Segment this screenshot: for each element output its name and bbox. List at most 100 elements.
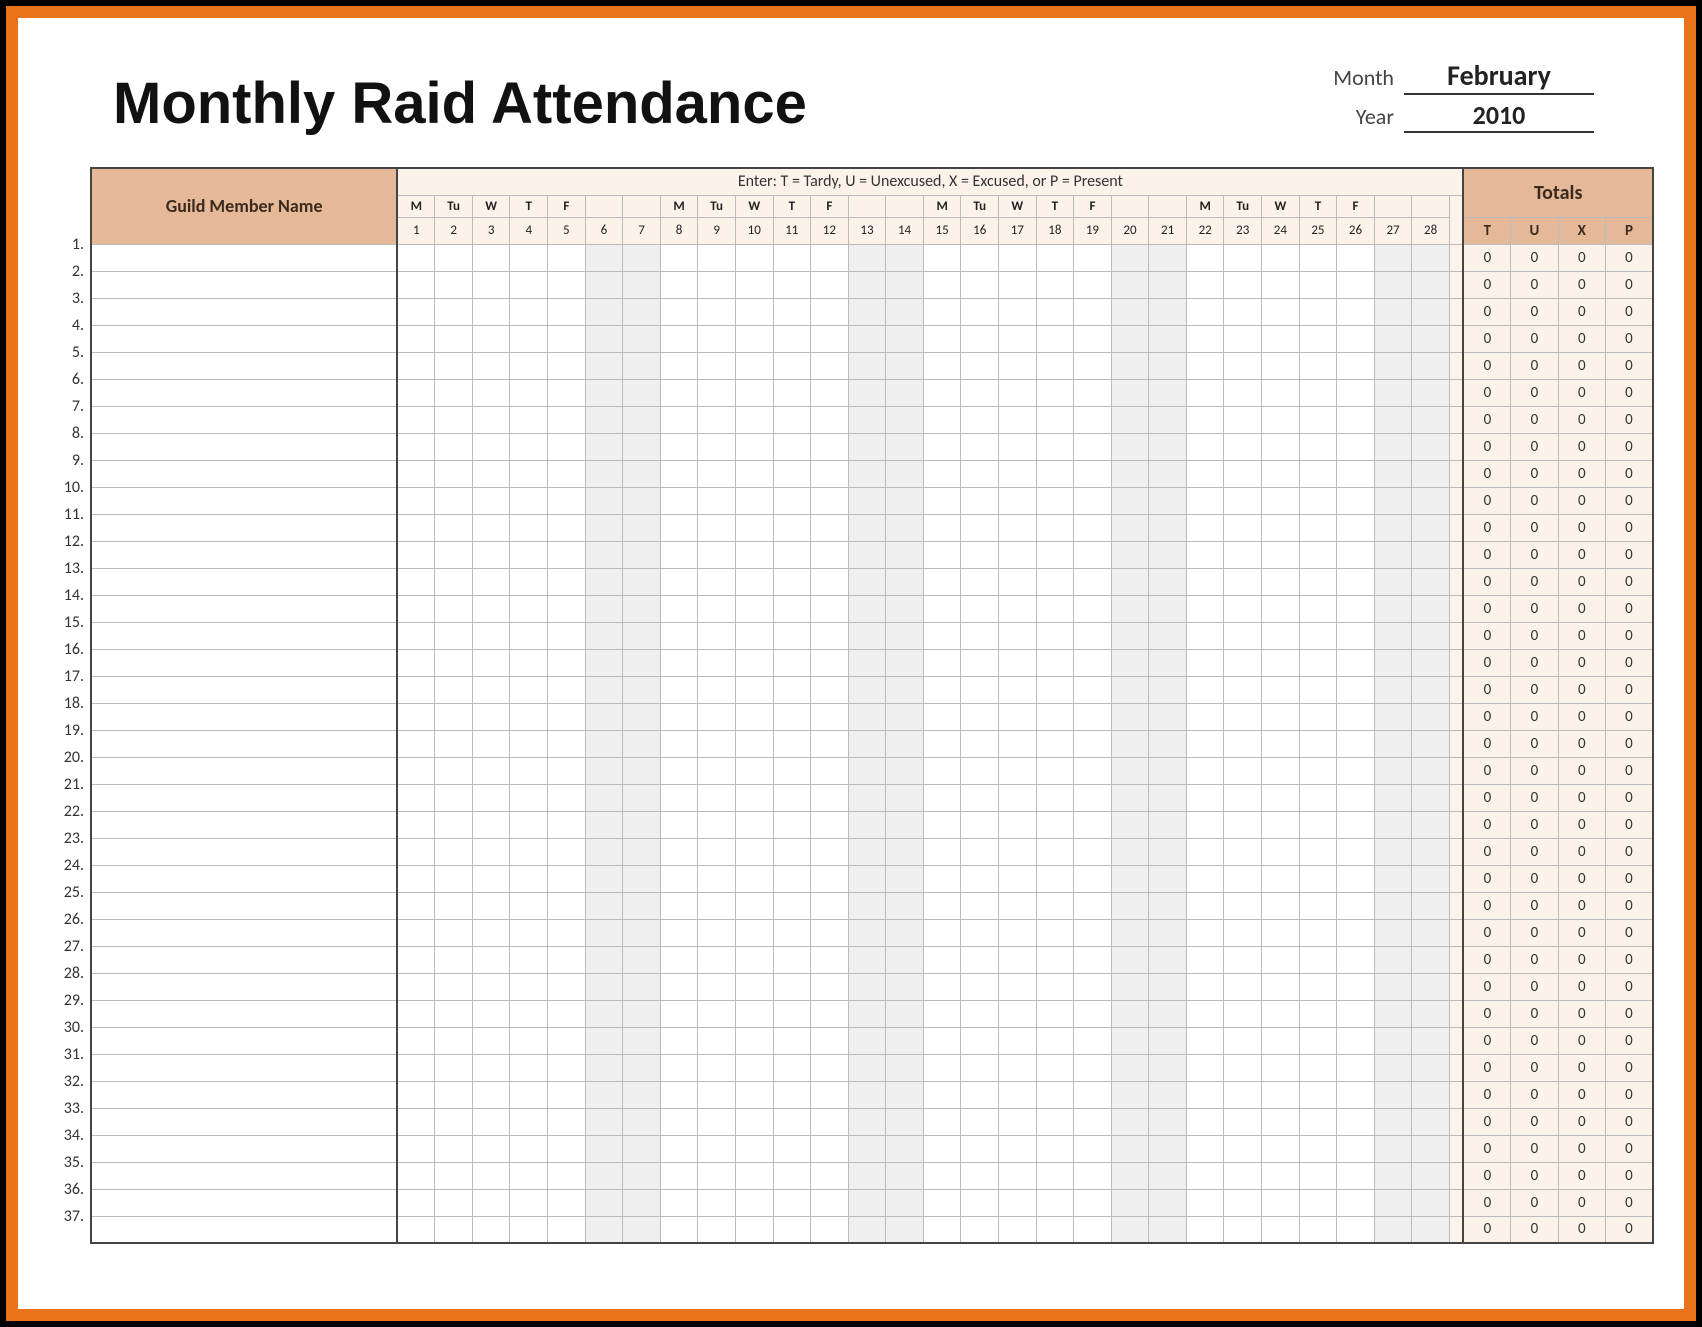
day-cell[interactable] [1186,1108,1224,1135]
day-cell[interactable] [435,1135,473,1162]
day-cell[interactable] [548,784,586,811]
day-cell[interactable] [999,1081,1037,1108]
day-cell[interactable] [1149,676,1187,703]
day-cell[interactable] [848,487,886,514]
day-cell[interactable] [1149,1054,1187,1081]
day-cell[interactable] [548,1162,586,1189]
day-cell[interactable] [1337,622,1375,649]
day-cell[interactable] [1074,433,1112,460]
member-name-cell[interactable] [91,325,397,352]
day-cell[interactable] [1036,676,1074,703]
day-cell[interactable] [1412,1135,1450,1162]
day-cell[interactable] [886,379,924,406]
day-cell[interactable] [999,1162,1037,1189]
day-cell[interactable] [735,541,773,568]
day-cell[interactable] [1186,865,1224,892]
day-cell[interactable] [923,244,961,271]
day-cell[interactable] [961,649,999,676]
day-cell[interactable] [660,325,698,352]
day-cell[interactable] [999,784,1037,811]
day-cell[interactable] [923,379,961,406]
day-cell[interactable] [510,1189,548,1216]
day-cell[interactable] [585,433,623,460]
day-cell[interactable] [510,1162,548,1189]
day-cell[interactable] [1337,271,1375,298]
day-cell[interactable] [1186,541,1224,568]
member-name-cell[interactable] [91,1189,397,1216]
day-cell[interactable] [923,1135,961,1162]
day-cell[interactable] [735,919,773,946]
day-cell[interactable] [848,1081,886,1108]
day-cell[interactable] [548,460,586,487]
day-cell[interactable] [923,1108,961,1135]
day-cell[interactable] [1149,379,1187,406]
day-cell[interactable] [1074,406,1112,433]
day-cell[interactable] [698,649,736,676]
day-cell[interactable] [472,865,510,892]
day-cell[interactable] [510,406,548,433]
day-cell[interactable] [1111,919,1149,946]
day-cell[interactable] [1374,1216,1412,1243]
day-cell[interactable] [472,1027,510,1054]
day-cell[interactable] [1036,244,1074,271]
day-cell[interactable] [735,676,773,703]
day-cell[interactable] [923,784,961,811]
day-cell[interactable] [397,271,435,298]
day-cell[interactable] [735,514,773,541]
day-cell[interactable] [510,892,548,919]
day-cell[interactable] [735,487,773,514]
day-cell[interactable] [1036,514,1074,541]
day-cell[interactable] [548,1216,586,1243]
day-cell[interactable] [1149,352,1187,379]
day-cell[interactable] [735,1081,773,1108]
day-cell[interactable] [698,838,736,865]
day-cell[interactable] [435,973,473,1000]
day-cell[interactable] [1111,1189,1149,1216]
day-cell[interactable] [585,1189,623,1216]
day-cell[interactable] [811,811,849,838]
day-cell[interactable] [1299,946,1337,973]
day-cell[interactable] [585,568,623,595]
day-cell[interactable] [1186,1216,1224,1243]
day-cell[interactable] [923,1054,961,1081]
day-cell[interactable] [1412,1000,1450,1027]
day-cell[interactable] [1111,784,1149,811]
day-cell[interactable] [811,514,849,541]
day-cell[interactable] [961,271,999,298]
day-cell[interactable] [999,244,1037,271]
day-cell[interactable] [999,676,1037,703]
day-cell[interactable] [698,433,736,460]
day-cell[interactable] [1111,352,1149,379]
day-cell[interactable] [811,757,849,784]
day-cell[interactable] [886,433,924,460]
member-name-cell[interactable] [91,460,397,487]
day-cell[interactable] [1036,1189,1074,1216]
day-cell[interactable] [1111,244,1149,271]
day-cell[interactable] [1036,541,1074,568]
day-cell[interactable] [1149,622,1187,649]
day-cell[interactable] [548,1054,586,1081]
day-cell[interactable] [923,406,961,433]
day-cell[interactable] [961,973,999,1000]
day-cell[interactable] [1111,649,1149,676]
day-cell[interactable] [1074,298,1112,325]
day-cell[interactable] [961,1000,999,1027]
day-cell[interactable] [811,730,849,757]
day-cell[interactable] [1412,838,1450,865]
day-cell[interactable] [1074,1189,1112,1216]
day-cell[interactable] [961,514,999,541]
day-cell[interactable] [1337,1189,1375,1216]
day-cell[interactable] [1262,946,1300,973]
day-cell[interactable] [548,1189,586,1216]
day-cell[interactable] [435,1000,473,1027]
day-cell[interactable] [811,487,849,514]
day-cell[interactable] [1149,1162,1187,1189]
day-cell[interactable] [848,271,886,298]
day-cell[interactable] [999,325,1037,352]
day-cell[interactable] [1374,541,1412,568]
day-cell[interactable] [1412,1054,1450,1081]
day-cell[interactable] [698,784,736,811]
day-cell[interactable] [1074,1216,1112,1243]
day-cell[interactable] [435,649,473,676]
day-cell[interactable] [623,676,661,703]
